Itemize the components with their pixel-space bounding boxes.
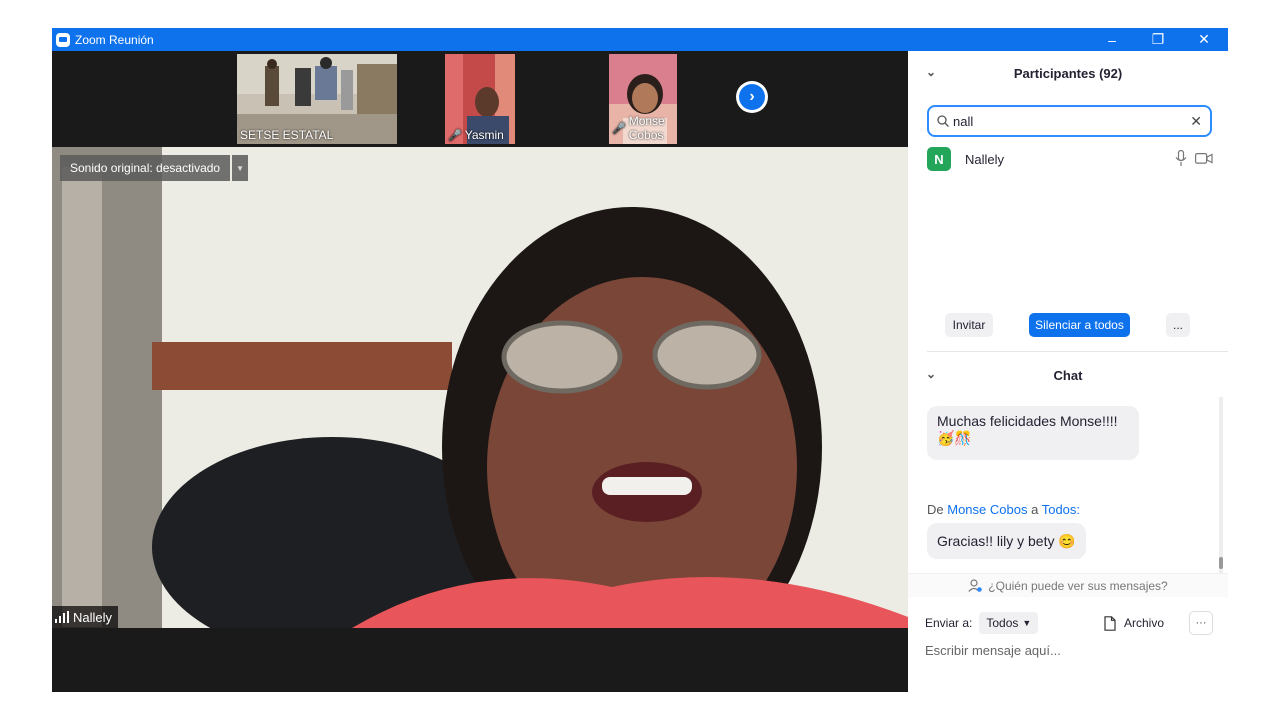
chevron-down-icon[interactable]: ⌄ [926,367,936,381]
thumbnail-label: 🎤 Monse Cobos [612,114,677,142]
who-can-see-label: ¿Quién puede ver sus mensajes? [988,578,1168,593]
participants-header: ⌄ Participantes (92) [908,51,1228,95]
mute-all-button[interactable]: Silenciar a todos [1029,313,1130,337]
zoom-logo-icon [56,32,70,47]
chevron-right-icon: › [739,84,765,110]
chevron-down-icon: ▼ [1022,618,1032,628]
microphone-icon[interactable] [1175,150,1187,167]
speaker-name-tag: Nallely [52,606,119,628]
signal-strength-icon [55,611,69,623]
avatar: N [927,147,951,171]
file-button[interactable]: Archivo [1104,611,1164,635]
scrollbar-thumb[interactable] [1219,557,1223,569]
participant-name: Nallely [965,151,1005,167]
thumbnail-strip: SETSE ESTATAL 🎤 Yasmin 🎤 Monse Cobos › [52,51,908,147]
invite-button[interactable]: Invitar [945,313,993,337]
thumbnail-name: Monse Cobos [628,114,665,142]
chat-header: ⌄ Chat [908,364,1228,386]
sender-name[interactable]: Monse Cobos [947,502,1027,517]
mic-muted-icon: 🎤 [612,122,626,135]
title-bar: Zoom Reunión – ❐ ✕ [52,28,1228,51]
mic-muted-icon: 🎤 [448,129,462,142]
recipient-value: Todos [986,616,1019,630]
window-title: Zoom Reunión [75,32,154,47]
divider [927,351,1228,352]
side-panel: ⌄ Participantes (92) ✕ N Nallely [908,51,1228,692]
original-sound-toggle[interactable]: Sonido original: desactivado ▼ [60,155,249,181]
chat-message: Muchas felicidades Monse!!!! 🥳🎊 [927,406,1139,460]
active-speaker-video: Sonido original: desactivado ▼ Nallely [52,147,908,628]
participant-row[interactable]: N Nallely [927,147,1217,171]
close-button[interactable]: ✕ [1181,28,1227,51]
video-camera-icon[interactable] [1195,153,1213,164]
participants-title: Participantes (92) [1013,65,1123,81]
search-icon [937,115,949,127]
send-to-selector: Enviar a: Todos ▼ [925,611,1039,635]
thumbnail-yasmin[interactable]: 🎤 Yasmin [445,54,515,144]
recipient-name[interactable]: Todos: [1042,502,1080,517]
thumbnail-label: SETSE ESTATAL [240,128,333,142]
dropdown-arrow-icon[interactable]: ▼ [232,155,249,181]
more-options-button[interactable]: ... [1166,313,1190,337]
from-prefix: De [927,502,944,517]
chevron-down-icon[interactable]: ⌄ [926,65,936,79]
file-icon [1104,615,1116,631]
speaker-name: Nallely [73,609,113,625]
who-can-see-messages[interactable]: ¿Quién puede ver sus mensajes? [908,573,1228,597]
participant-search[interactable]: ✕ [927,105,1212,137]
video-area: SETSE ESTATAL 🎤 Yasmin 🎤 Monse Cobos › S… [52,51,908,692]
chat-title: Chat [1053,367,1083,383]
file-label: Archivo [1124,616,1165,630]
from-mid: a [1031,502,1039,517]
chat-scrollbar[interactable] [1219,397,1223,573]
maximize-button[interactable]: ❐ [1135,28,1181,51]
chat-message-text: Gracias!! lily y bety 😊 [937,532,1076,549]
person-visibility-icon [968,579,983,592]
thumbnail-name: Yasmin [464,128,504,142]
minimize-button[interactable]: – [1089,28,1135,51]
chat-message: Gracias!! lily y bety 😊 [927,523,1086,559]
chat-message-text: Muchas felicidades Monse!!!! [937,413,1118,429]
clear-search-icon[interactable]: ✕ [1190,113,1202,130]
message-sender-line: De Monse Cobos a Todos: [927,502,1080,517]
recipient-dropdown[interactable]: Todos ▼ [979,612,1039,634]
party-emoji-icon: 🥳🎊 [937,430,972,446]
chat-more-button[interactable]: ··· [1189,611,1213,635]
original-sound-label: Sonido original: desactivado [60,155,231,181]
zoom-window: Zoom Reunión – ❐ ✕ SETSE ESTATAL 🎤 Yasmi… [52,28,1228,692]
participant-actions: Invitar Silenciar a todos ... [908,313,1228,339]
speaker-video-frame [52,147,908,628]
next-page-button[interactable]: › [736,81,768,113]
chat-input[interactable]: Escribir mensaje aquí... [925,643,1061,658]
thumbnail-name: SETSE ESTATAL [240,128,334,142]
thumbnail-setse-estatal[interactable]: SETSE ESTATAL [237,54,397,144]
thumbnail-label: 🎤 Yasmin [448,128,504,142]
send-to-label: Enviar a: [925,616,973,630]
search-input[interactable] [953,113,1173,129]
thumbnail-monse-cobos[interactable]: 🎤 Monse Cobos [609,54,677,144]
